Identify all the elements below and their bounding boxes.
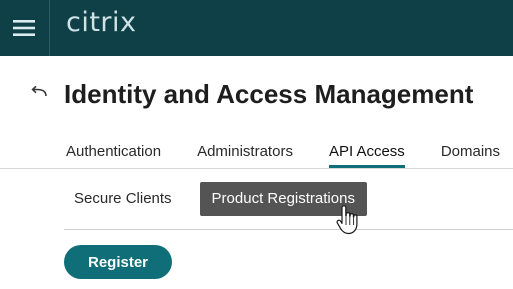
main-tabs: Authentication Administrators API Access… xyxy=(66,140,513,170)
tab-api-access[interactable]: API Access xyxy=(328,140,405,168)
register-button[interactable]: Register xyxy=(64,245,172,279)
hamburger-menu-icon xyxy=(13,20,35,36)
page-title: Identity and Access Management xyxy=(64,79,474,109)
back-arrow-icon xyxy=(31,85,47,97)
tab-domains[interactable]: Domains xyxy=(441,140,500,167)
hand-pointer-cursor-icon xyxy=(336,205,358,235)
top-bar: citrix xyxy=(0,0,513,56)
back-button[interactable] xyxy=(27,80,51,104)
subtabs-divider xyxy=(64,229,513,230)
subtab-secure-clients[interactable]: Secure Clients xyxy=(64,182,182,216)
brand-logo[interactable]: citrix xyxy=(66,7,137,38)
tab-authentication[interactable]: Authentication xyxy=(66,140,161,167)
tabs-divider xyxy=(0,168,513,169)
tab-administrators[interactable]: Administrators xyxy=(197,140,293,167)
top-bar-divider xyxy=(49,0,50,56)
menu-button[interactable] xyxy=(0,0,48,56)
